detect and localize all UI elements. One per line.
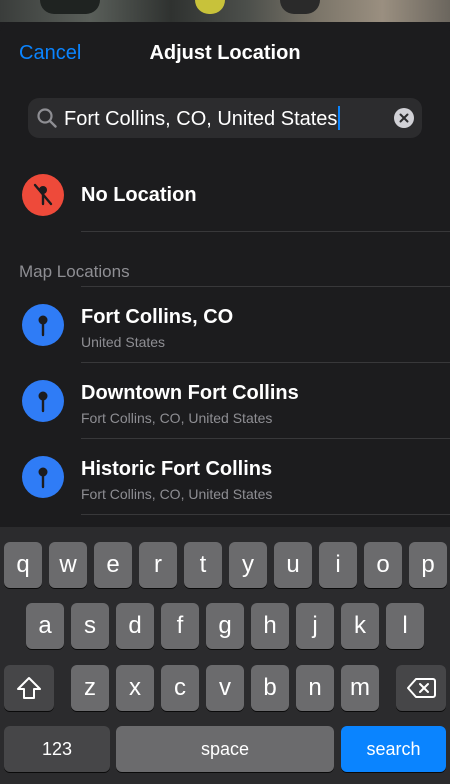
- key-v[interactable]: v: [206, 665, 244, 711]
- key-r[interactable]: r: [139, 542, 177, 588]
- key-l[interactable]: l: [386, 603, 424, 649]
- space-key[interactable]: space: [116, 726, 334, 772]
- location-title: Downtown Fort Collins: [81, 382, 299, 404]
- divider: [81, 286, 450, 287]
- key-b[interactable]: b: [251, 665, 289, 711]
- clear-text-button[interactable]: [394, 108, 414, 128]
- search-input[interactable]: Fort Collins, CO, United States: [64, 106, 341, 130]
- key-y[interactable]: y: [229, 542, 267, 588]
- key-q[interactable]: q: [4, 542, 42, 588]
- no-location-icon: [22, 174, 64, 216]
- location-subtitle: Fort Collins, CO, United States: [81, 486, 273, 502]
- key-u[interactable]: u: [274, 542, 312, 588]
- clear-x-icon: [399, 113, 409, 123]
- location-row-1[interactable]: Fort Collins, CO United States: [0, 290, 450, 362]
- map-pin-icon: [22, 304, 64, 346]
- section-header-map-locations: Map Locations: [19, 262, 130, 281]
- key-z[interactable]: z: [71, 665, 109, 711]
- key-s[interactable]: s: [71, 603, 109, 649]
- map-pin-icon: [22, 380, 64, 422]
- location-row-2[interactable]: Downtown Fort Collins Fort Collins, CO, …: [0, 366, 450, 438]
- search-input-text: Fort Collins, CO, United States: [64, 108, 338, 130]
- no-location-row[interactable]: No Location: [0, 170, 450, 232]
- search-bar[interactable]: Fort Collins, CO, United States: [28, 98, 422, 138]
- key-n[interactable]: n: [296, 665, 334, 711]
- location-subtitle: Fort Collins, CO, United States: [81, 410, 273, 426]
- numbers-key[interactable]: 123: [4, 726, 110, 772]
- background-photo-strip: [0, 0, 450, 22]
- location-subtitle: United States: [81, 334, 166, 350]
- key-w[interactable]: w: [49, 542, 87, 588]
- divider: [81, 362, 450, 363]
- divider: [81, 514, 450, 515]
- divider: [81, 438, 450, 439]
- search-key[interactable]: search: [341, 726, 446, 772]
- photo-figure-left: [40, 0, 100, 14]
- shift-arrow-icon: [17, 677, 41, 699]
- page-title: Adjust Location: [149, 42, 301, 64]
- key-j[interactable]: j: [296, 603, 334, 649]
- key-e[interactable]: e: [94, 542, 132, 588]
- location-row-3[interactable]: Historic Fort Collins Fort Collins, CO, …: [0, 442, 450, 514]
- key-m[interactable]: m: [341, 665, 379, 711]
- key-x[interactable]: x: [116, 665, 154, 711]
- key-f[interactable]: f: [161, 603, 199, 649]
- key-k[interactable]: k: [341, 603, 379, 649]
- search-icon: [37, 108, 57, 128]
- key-o[interactable]: o: [364, 542, 402, 588]
- backspace-icon: [407, 678, 436, 698]
- divider: [81, 231, 450, 232]
- navigation-bar: Cancel Adjust Location: [0, 22, 450, 86]
- no-location-label: No Location: [81, 184, 197, 206]
- location-title: Fort Collins, CO: [81, 306, 234, 328]
- delete-key[interactable]: [396, 665, 446, 711]
- key-a[interactable]: a: [26, 603, 64, 649]
- key-d[interactable]: d: [116, 603, 154, 649]
- shift-key[interactable]: [4, 665, 54, 711]
- key-h[interactable]: h: [251, 603, 289, 649]
- location-title: Historic Fort Collins: [81, 458, 273, 480]
- photo-figure-right: [280, 0, 320, 14]
- key-t[interactable]: t: [184, 542, 222, 588]
- key-i[interactable]: i: [319, 542, 357, 588]
- key-g[interactable]: g: [206, 603, 244, 649]
- text-caret: [338, 106, 341, 130]
- key-c[interactable]: c: [161, 665, 199, 711]
- map-pin-icon: [22, 456, 64, 498]
- photo-figure-middle: [195, 0, 225, 14]
- keyboard: q w e r t y u i o p a s d f g h j k l z …: [0, 527, 450, 784]
- key-p[interactable]: p: [409, 542, 447, 588]
